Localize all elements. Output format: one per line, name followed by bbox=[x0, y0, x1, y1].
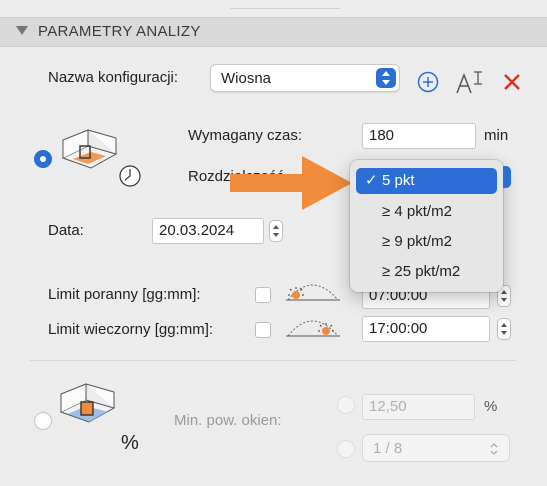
section-divider bbox=[30, 360, 516, 361]
room-sun-time-icon bbox=[61, 129, 141, 187]
morning-limit-checkbox[interactable] bbox=[255, 287, 271, 303]
time-required-input[interactable]: 180 bbox=[362, 123, 476, 149]
time-required-label: Wymagany czas: bbox=[188, 127, 303, 144]
date-input[interactable]: 20.03.2024 bbox=[152, 218, 264, 244]
window-mode-radio[interactable] bbox=[34, 412, 52, 430]
resolution-dropdown[interactable]: ✓ 5 pkt ≥ 4 pkt/m2 ≥ 9 pkt/m2 ≥ 25 pkt/m… bbox=[350, 160, 503, 292]
section-title: PARAMETRY ANALIZY bbox=[38, 23, 201, 40]
time-unit: min bbox=[484, 127, 509, 144]
check-icon: ✓ bbox=[365, 172, 378, 189]
date-label: Data: bbox=[48, 222, 84, 239]
pointer-arrow-icon bbox=[230, 156, 352, 210]
window-percent-radio[interactable] bbox=[337, 396, 355, 414]
plus-circle-icon[interactable] bbox=[417, 71, 439, 93]
close-x-icon[interactable] bbox=[503, 73, 521, 91]
sunrise-icon bbox=[286, 284, 340, 301]
resolution-option[interactable]: ≥ 4 pkt/m2 bbox=[356, 199, 497, 225]
date-stepper[interactable] bbox=[269, 220, 283, 242]
window-percent-unit: % bbox=[484, 398, 498, 415]
evening-limit-stepper[interactable] bbox=[497, 318, 511, 340]
window-ratio-radio[interactable] bbox=[337, 440, 355, 458]
window-ratio-value: 1 / 8 bbox=[373, 440, 403, 457]
rename-text-icon[interactable] bbox=[455, 69, 485, 95]
resolution-select-edge[interactable] bbox=[503, 166, 511, 188]
select-chevron-icon bbox=[376, 68, 396, 88]
config-label: Nazwa konfiguracji: bbox=[48, 69, 179, 86]
window-area-label: Min. pow. okien: bbox=[174, 412, 282, 429]
resolution-option[interactable]: ≥ 25 pkt/m2 bbox=[356, 259, 497, 285]
top-divider bbox=[230, 0, 340, 9]
percent-symbol: % bbox=[121, 432, 139, 454]
resolution-option[interactable]: ✓ 5 pkt bbox=[356, 168, 497, 194]
time-mode-radio[interactable] bbox=[34, 150, 52, 168]
config-select[interactable]: Wiosna bbox=[210, 64, 400, 92]
evening-limit-label: Limit wieczorny [gg:mm]: bbox=[48, 321, 214, 338]
window-ratio-select[interactable]: 1 / 8 bbox=[362, 434, 510, 462]
evening-limit-input[interactable]: 17:00:00 bbox=[362, 316, 490, 342]
evening-limit-checkbox[interactable] bbox=[255, 322, 271, 338]
config-value: Wiosna bbox=[221, 70, 272, 87]
sunset-icon bbox=[286, 320, 340, 337]
chevron-updown-icon bbox=[490, 443, 498, 455]
section-header[interactable]: PARAMETRY ANALIZY bbox=[0, 17, 547, 47]
window-percent-input[interactable]: 12,50 bbox=[362, 394, 475, 420]
resolution-option[interactable]: ≥ 9 pkt/m2 bbox=[356, 229, 497, 255]
morning-limit-label: Limit poranny [gg:mm]: bbox=[48, 286, 201, 303]
disclosure-triangle-icon[interactable] bbox=[16, 26, 28, 35]
